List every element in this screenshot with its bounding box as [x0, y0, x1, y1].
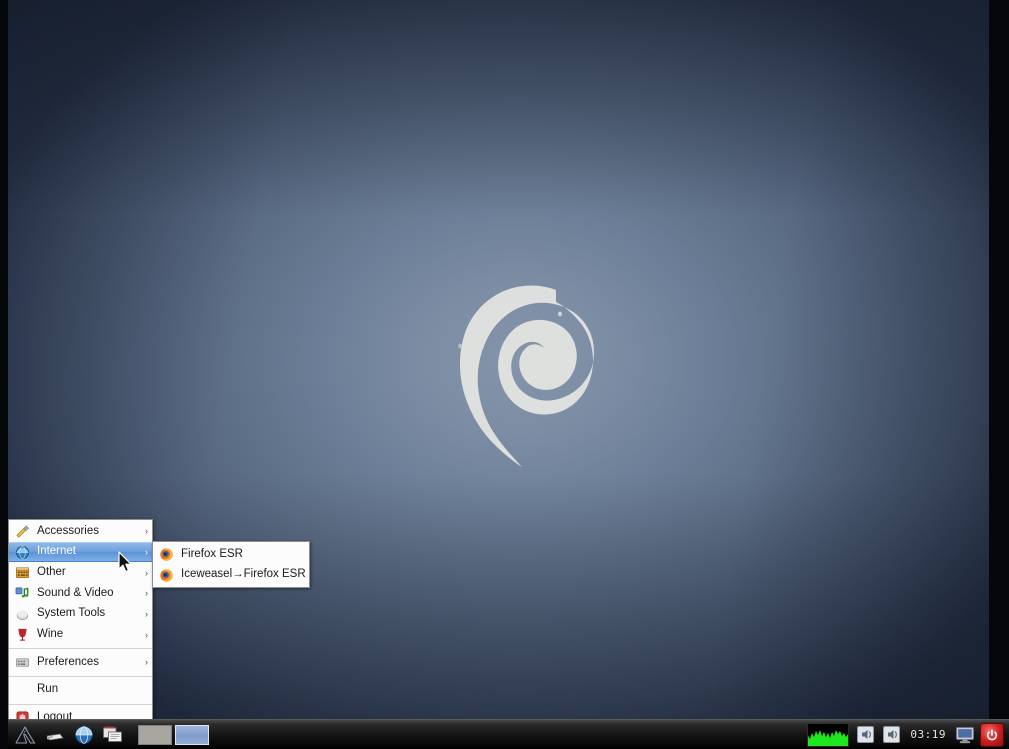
terminal-icon: [45, 733, 64, 740]
music-note-icon: [14, 585, 30, 601]
firefox-icon: [158, 546, 174, 562]
globe-icon: [14, 544, 30, 560]
submenu-item-label: Iceweasel→Firefox ESR: [181, 568, 306, 581]
browser-launcher[interactable]: [70, 722, 97, 748]
mountain-logo-icon: [14, 725, 35, 744]
screen: Accessories › Internet › Other › Sound &…: [0, 0, 1009, 749]
submenu-item-firefox-esr[interactable]: Firefox ESR: [153, 544, 309, 565]
power-button[interactable]: [980, 722, 1004, 747]
menu-item-label: Wine: [37, 628, 64, 641]
menu-item-system-tools[interactable]: System Tools ›: [9, 604, 152, 625]
chevron-right-icon: ›: [145, 629, 148, 640]
window-task-list[interactable]: [209, 720, 807, 749]
menu-item-label: Accessories: [37, 524, 99, 537]
mouse-cursor: [118, 551, 132, 573]
volume-icon-2[interactable]: [879, 723, 903, 747]
other-icon: [14, 565, 30, 581]
menu-item-label: Sound & Video: [37, 586, 114, 599]
menu-item-label: System Tools: [37, 607, 106, 620]
menu-item-run[interactable]: Run: [9, 680, 152, 701]
chevron-right-icon: ›: [145, 657, 148, 668]
desktop-background[interactable]: [8, 0, 989, 719]
menu-separator-3: [9, 703, 152, 705]
terminal-launcher[interactable]: [41, 722, 68, 748]
menu-item-preferences[interactable]: Preferences ›: [9, 652, 152, 673]
speaker-icon: [882, 726, 900, 743]
power-icon: [986, 728, 998, 740]
accessories-icon: [14, 523, 30, 539]
submenu-item-label: Firefox ESR: [181, 547, 243, 560]
chevron-right-icon: ›: [145, 588, 148, 599]
file-manager-launcher[interactable]: [99, 722, 126, 748]
menu-item-sound-and-video[interactable]: Sound & Video ›: [9, 583, 152, 604]
monitor-icon: [956, 726, 974, 743]
launcher-area: [8, 720, 126, 749]
system-tray: 03:19: [807, 720, 1009, 749]
volume-icon-1[interactable]: [853, 723, 877, 747]
chevron-right-icon: ›: [145, 547, 148, 558]
cpu-monitor[interactable]: [807, 722, 850, 747]
workspace-2[interactable]: [175, 724, 209, 745]
chevron-right-icon: ›: [145, 567, 148, 578]
menu-separator-2: [9, 675, 152, 677]
debian-swirl-logo: [458, 285, 594, 467]
speaker-icon: [856, 726, 874, 743]
workspace-1[interactable]: [138, 724, 172, 745]
menu-separator-1: [9, 648, 152, 650]
no-icon: [14, 682, 30, 698]
globe-icon: [74, 725, 93, 744]
submenu-item-iceweasel-firefox-esr[interactable]: Iceweasel→Firefox ESR: [153, 565, 309, 586]
preferences-icon: [14, 654, 30, 670]
workspace-pager[interactable]: [138, 720, 209, 749]
wine-glass-icon: [14, 627, 30, 643]
menu-item-label: Preferences: [37, 655, 100, 668]
chevron-right-icon: ›: [145, 526, 148, 537]
menu-item-accessories[interactable]: Accessories ›: [9, 521, 152, 542]
display-settings-icon[interactable]: [953, 723, 977, 747]
internet-submenu[interactable]: Firefox ESR Iceweasel→Firefox ESR: [152, 541, 310, 589]
clock[interactable]: 03:19: [904, 728, 952, 741]
system-tools-icon: [14, 606, 30, 622]
menu-item-label: Run: [37, 683, 59, 696]
main-menu-button[interactable]: [12, 722, 39, 748]
chevron-right-icon: ›: [145, 609, 148, 620]
menu-item-wine[interactable]: Wine ›: [9, 624, 152, 645]
file-manager-icon: [102, 726, 122, 742]
firefox-icon: [158, 567, 174, 583]
taskbar-panel[interactable]: 03:19: [8, 719, 1009, 749]
